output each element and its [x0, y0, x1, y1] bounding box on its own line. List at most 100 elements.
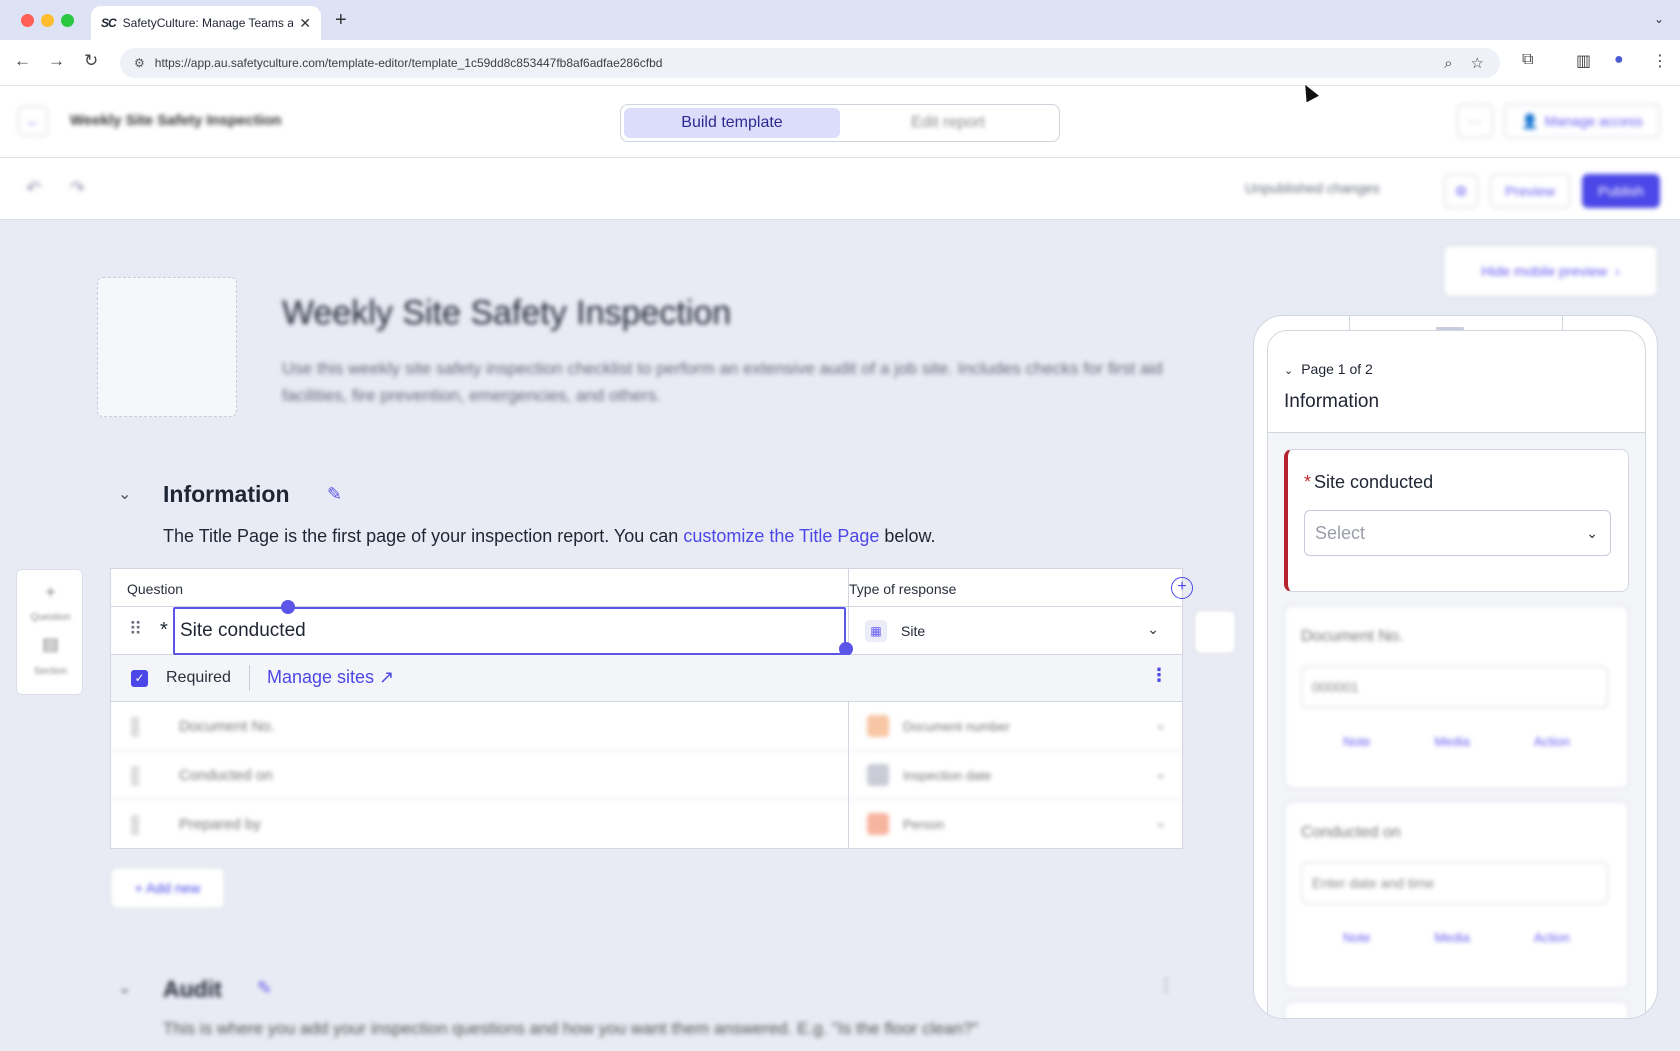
required-asterisk: *: [160, 619, 168, 641]
edit-audit-icon[interactable]: ✎: [257, 978, 272, 999]
options-divider: [249, 665, 250, 691]
reload-icon[interactable]: ↻: [84, 51, 98, 71]
selection-handle-end[interactable]: [839, 642, 853, 656]
tab-build-template[interactable]: Build template: [624, 108, 840, 138]
zoom-icon[interactable]: ⌕: [1444, 55, 1452, 72]
mobile-question-card: Conducted on Enter date and time Note Me…: [1284, 801, 1629, 989]
minimize-window-button[interactable]: [41, 14, 54, 27]
column-type-of-response: Type of response: [849, 581, 957, 597]
extensions-icon[interactable]: ⧉: [1522, 51, 1533, 69]
add-column-icon[interactable]: +: [1171, 577, 1193, 599]
collapse-section-icon[interactable]: ⌄: [118, 484, 131, 504]
back-icon[interactable]: ←: [14, 51, 31, 71]
back-button[interactable]: ←: [18, 106, 48, 136]
url-field[interactable]: ⚙ https://app.au.safetyculture.com/templ…: [120, 48, 1500, 78]
maximize-window-button[interactable]: [61, 14, 74, 27]
users-icon: 👤: [1521, 112, 1539, 129]
note-button[interactable]: Note: [1343, 734, 1370, 749]
preview-button[interactable]: Preview: [1490, 174, 1570, 208]
audit-section-title: Audit: [163, 976, 222, 1002]
drag-handle-icon[interactable]: [131, 766, 139, 786]
new-tab-icon[interactable]: +: [335, 9, 347, 32]
table-row[interactable]: Conducted on Inspection date ⌄: [111, 751, 1182, 800]
required-label[interactable]: Required: [166, 669, 231, 687]
hide-mobile-preview-button[interactable]: Hide mobile preview ›: [1443, 245, 1658, 297]
section-desc-end: below.: [879, 526, 936, 546]
table-row[interactable]: Document No. Document number ⌄: [111, 702, 1182, 751]
table-row-active: ⠿ * Site conducted ▦ Site ⌄: [111, 600, 1182, 656]
person-icon: [867, 813, 889, 835]
mobile-page-title: Information: [1284, 391, 1380, 412]
manage-access-label: Manage access: [1544, 113, 1643, 129]
media-button[interactable]: Media: [1434, 930, 1469, 945]
action-button[interactable]: Action: [1534, 734, 1570, 749]
side-panel-icon[interactable]: ▥: [1576, 51, 1591, 71]
page-indicator[interactable]: ⌄ Page 1 of 2: [1284, 361, 1373, 377]
row-question: Prepared by: [179, 816, 261, 833]
add-question-label[interactable]: Question: [17, 612, 84, 623]
mobile-question-card: Document No. 000001 Note Media Action: [1284, 605, 1629, 789]
site-select[interactable]: Select ⌄: [1304, 510, 1611, 556]
chrome-menu-icon[interactable]: ⋮: [1652, 51, 1668, 71]
drag-handle-icon[interactable]: [131, 717, 139, 737]
mobile-question-label: Document No.: [1301, 628, 1404, 645]
table-row[interactable]: Prepared by Person ⌄: [111, 800, 1182, 849]
browser-tab[interactable]: SC SafetyCulture: Manage Teams and... ✕: [91, 6, 321, 40]
external-link-icon: ↗: [379, 667, 395, 687]
bookmark-star-icon[interactable]: ☆: [1471, 54, 1484, 72]
more-options-button[interactable]: ···: [1457, 104, 1493, 138]
column-question: Question: [127, 581, 184, 597]
manage-sites-label: Manage sites: [267, 667, 375, 687]
add-section-label[interactable]: Section: [17, 666, 84, 677]
media-button[interactable]: Media: [1434, 734, 1469, 749]
document-title[interactable]: Weekly Site Safety Inspection: [282, 294, 731, 333]
undo-icon[interactable]: ↶: [26, 178, 41, 199]
selection-handle-start[interactable]: [281, 600, 295, 614]
template-logo-placeholder[interactable]: [97, 277, 237, 417]
publish-button[interactable]: Publish: [1582, 174, 1660, 208]
manage-access-button[interactable]: 👤 Manage access: [1504, 104, 1660, 138]
collapse-audit-icon[interactable]: ⌄: [118, 978, 131, 998]
close-tab-icon[interactable]: ✕: [299, 15, 311, 32]
date-time-field[interactable]: Enter date and time: [1301, 862, 1608, 904]
drag-handle-icon[interactable]: [131, 815, 139, 835]
mobile-question-label: * Site conducted: [1304, 472, 1433, 493]
edit-section-icon[interactable]: ✎: [327, 484, 342, 505]
row-question: Conducted on: [179, 767, 273, 784]
delete-question-icon[interactable]: [1194, 610, 1236, 654]
site-select-placeholder: Select: [1315, 522, 1366, 543]
site-info-icon[interactable]: ⚙: [134, 56, 145, 70]
drag-handle-icon[interactable]: ⠿: [129, 619, 142, 640]
mobile-screen: ⌄ Page 1 of 2 Information * Site conducted…: [1267, 330, 1646, 1018]
add-new-button[interactable]: + Add new: [110, 867, 225, 909]
template-header: ← Weekly Site Safety Inspection Build te…: [0, 86, 1680, 158]
response-type-label: Site: [901, 623, 926, 639]
tab-edit-report[interactable]: Edit report: [840, 108, 1056, 138]
chevron-down-icon: ⌄: [1147, 621, 1159, 637]
profile-avatar-icon[interactable]: ●: [1614, 51, 1624, 69]
settings-icon[interactable]: ⚙: [1444, 174, 1478, 208]
row-type: Document number: [903, 719, 1010, 734]
unpublished-status: Unpublished changes: [1245, 180, 1380, 196]
forward-icon[interactable]: →: [48, 51, 65, 71]
question-input[interactable]: Site conducted: [173, 607, 846, 655]
response-type-select[interactable]: ▦ Site ⌄: [865, 607, 1175, 655]
document-description[interactable]: Use this weekly site safety inspection c…: [282, 355, 1202, 409]
action-button[interactable]: Action: [1534, 930, 1570, 945]
add-section-icon[interactable]: ▤: [17, 634, 84, 655]
customize-title-page-link[interactable]: customize the Title Page: [683, 526, 879, 546]
favicon-icon: SC: [101, 16, 117, 30]
note-button[interactable]: Note: [1343, 930, 1370, 945]
question-more-icon[interactable]: ⋮: [1150, 665, 1168, 686]
close-window-button[interactable]: [21, 14, 34, 27]
manage-sites-link[interactable]: Manage sites ↗: [267, 667, 394, 688]
required-checkbox[interactable]: ✓: [131, 670, 148, 687]
audit-more-icon[interactable]: ⋮: [1157, 975, 1175, 996]
tab-search-icon[interactable]: ⌄: [1654, 12, 1664, 26]
add-question-icon[interactable]: +: [17, 582, 84, 603]
document-number-field[interactable]: 000001: [1301, 666, 1608, 708]
table-header: Question Type of response +: [111, 569, 1193, 607]
redo-icon[interactable]: ↷: [70, 178, 85, 199]
add-item-toolbar: + Question ▤ Section: [16, 569, 83, 695]
chevron-down-icon: ⌄: [1155, 815, 1166, 830]
